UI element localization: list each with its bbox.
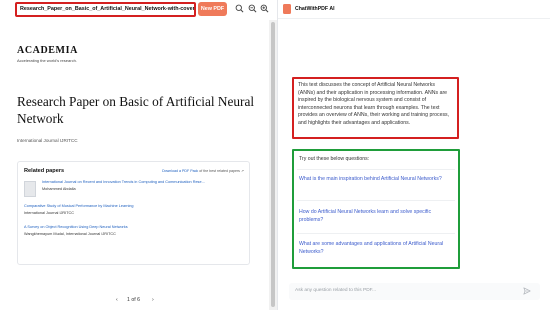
pdf-viewer-pane: Research_Paper_on_Basic_of_Artificial_Ne… xyxy=(0,0,277,310)
next-page-button[interactable]: › xyxy=(152,297,154,303)
related-papers-heading: Related papers xyxy=(24,168,65,174)
download-pdf-pack: Download a PDF Pack of the best related … xyxy=(162,169,244,173)
prev-page-button[interactable]: ‹ xyxy=(116,297,118,303)
related-paper-author-1: Mohammed Abdalla xyxy=(42,187,76,191)
related-paper-author-2: International Journal IJRITCC xyxy=(24,211,75,215)
zoom-out-icon[interactable] xyxy=(248,4,257,13)
questions-intro: Try out these below questions: xyxy=(299,156,370,162)
summary-text: This text discusses the concept of Artif… xyxy=(298,82,450,126)
app-title: ChatWithPDF AI xyxy=(295,6,335,12)
page-indicator: 1 of 6 xyxy=(127,297,140,303)
related-paper-author-3: Wangkhemayum Mudal, International Journa… xyxy=(24,232,116,236)
divider xyxy=(297,200,455,201)
paper-journal: International Journal IJRITCC xyxy=(17,138,78,143)
paper-title: Research Paper on Basic of Artificial Ne… xyxy=(17,94,255,126)
search-icon[interactable] xyxy=(235,4,244,13)
divider xyxy=(297,233,455,234)
new-pdf-button[interactable]: New PDF xyxy=(198,2,227,16)
zoom-in-icon[interactable] xyxy=(260,4,269,13)
related-paper-link-3[interactable]: A Survey on Object Recognition Using Dee… xyxy=(24,225,128,229)
suggested-questions-box: Try out these below questions: What is t… xyxy=(292,149,460,269)
external-link-icon: ↗ xyxy=(240,169,244,173)
related-paper-link-1[interactable]: International Journal on Recent and Inno… xyxy=(42,180,205,184)
related-paper-link-2[interactable]: Comparative Study of Musical Performance… xyxy=(24,204,134,208)
chat-header: ChatWithPDF AI xyxy=(278,0,550,19)
send-icon[interactable] xyxy=(523,287,531,295)
divider xyxy=(297,169,455,170)
academia-tagline: Accelerating the world's research. xyxy=(17,58,77,63)
suggested-question-1[interactable]: What is the main inspiration behind Arti… xyxy=(299,176,454,184)
chat-input[interactable]: Ask any question related to this PDF... xyxy=(295,288,376,293)
pdf-page: ACADEMIA Accelerating the world's resear… xyxy=(0,20,269,310)
page-navigator: ‹ 1 of 6 › xyxy=(116,296,160,306)
scrollbar-thumb[interactable] xyxy=(271,22,275,307)
suggested-question-3[interactable]: What are some advantages and application… xyxy=(299,241,454,257)
download-pdf-pack-link[interactable]: Download a PDF Pack xyxy=(162,169,198,173)
download-pdf-pack-text: of the best related papers xyxy=(198,169,241,173)
chat-input-bar[interactable]: Ask any question related to this PDF... xyxy=(289,283,540,300)
paper-thumbnail xyxy=(24,181,36,197)
suggested-question-2[interactable]: How do Artificial Neural Networks learn … xyxy=(299,209,454,225)
academia-logo: ACADEMIA xyxy=(17,45,78,56)
pdf-toolbar: Research_Paper_on_Basic_of_Artificial_Ne… xyxy=(0,0,277,20)
pdf-summary-message: This text discusses the concept of Artif… xyxy=(292,77,459,139)
chat-pane: ChatWithPDF AI This text discusses the c… xyxy=(277,0,550,310)
related-papers-box: Related papers Download a PDF Pack of th… xyxy=(17,161,250,265)
document-icon xyxy=(283,4,291,14)
filename-field[interactable]: Research_Paper_on_Basic_of_Artificial_Ne… xyxy=(15,2,196,17)
